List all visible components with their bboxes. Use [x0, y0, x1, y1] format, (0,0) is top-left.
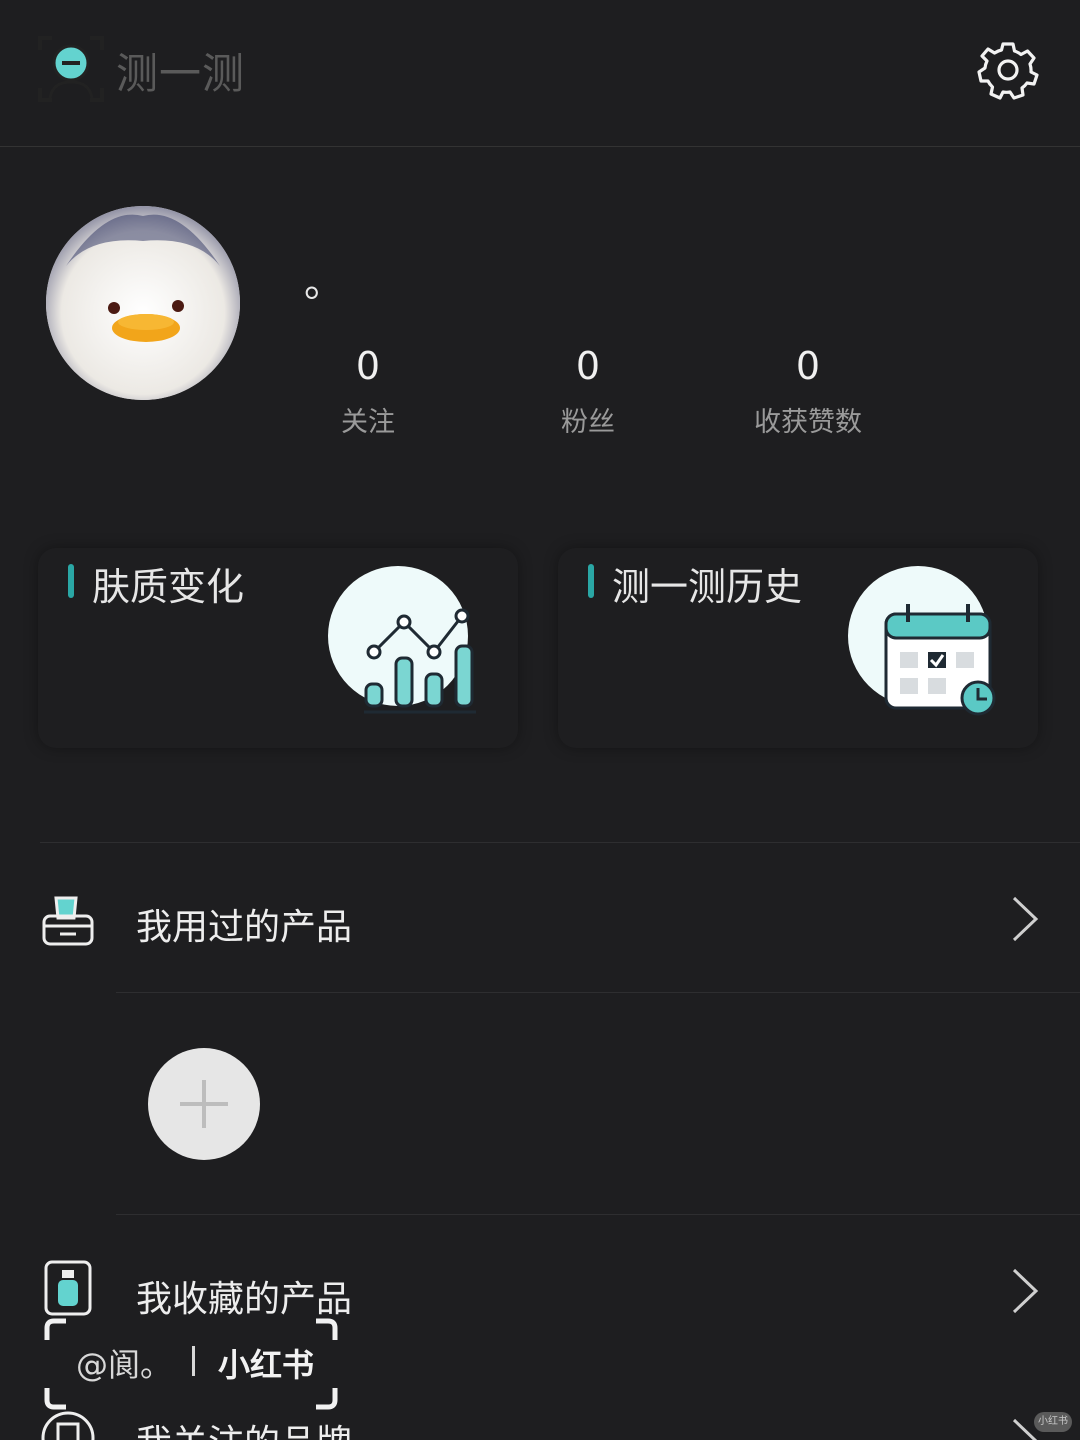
card-skin-change[interactable]: 肤质变化: [38, 548, 518, 748]
bar-line-chart-icon: [328, 566, 476, 714]
app-title: 测一测: [116, 49, 246, 98]
stat-label: 粉丝: [561, 407, 615, 438]
watermark-separator: [192, 1346, 195, 1376]
stat-following[interactable]: 0 关注: [258, 342, 478, 439]
watermark-brand: 小红书: [218, 1346, 315, 1384]
stat-fans[interactable]: 0 粉丝: [478, 342, 698, 439]
brand-icon: [41, 1411, 95, 1440]
chevron-right-icon: [1012, 896, 1039, 942]
divider: [40, 842, 1080, 843]
row-label: 我收藏的产品: [136, 1279, 353, 1320]
card-test-history[interactable]: 测一测历史: [558, 548, 1038, 748]
stat-value: 0: [575, 344, 601, 388]
card-title: 肤质变化: [92, 565, 245, 609]
face-scan-icon[interactable]: [38, 36, 104, 102]
divider: [116, 992, 1080, 993]
card-title: 测一测历史: [612, 565, 803, 609]
stat-value: 0: [355, 344, 381, 388]
row-label: 我用过的产品: [136, 907, 353, 948]
watermark-handle: @阆。: [76, 1346, 173, 1384]
row-label: 我关注的品牌: [136, 1414, 352, 1440]
gear-icon[interactable]: [976, 38, 1040, 102]
stat-label: 关注: [341, 407, 395, 438]
row-used-products[interactable]: 我用过的产品: [40, 880, 1040, 960]
product-box-icon: [42, 896, 94, 946]
row-followed-brands[interactable]: 我关注的品牌: [40, 1408, 1040, 1440]
chevron-right-icon: [1012, 1268, 1039, 1314]
add-product-button[interactable]: [148, 1048, 260, 1160]
stat-value: 0: [795, 344, 821, 388]
nickname: 。: [304, 260, 344, 306]
stat-likes[interactable]: 0 收获赞数: [698, 342, 918, 439]
bottle-icon: [44, 1260, 92, 1316]
accent-bar: [588, 564, 594, 598]
avatar[interactable]: [46, 206, 240, 400]
divider: [116, 1214, 1080, 1215]
corner-badge: 小红书: [1034, 1412, 1072, 1432]
stat-label: 收获赞数: [754, 407, 862, 438]
accent-bar: [68, 564, 74, 598]
calendar-clock-icon: [848, 566, 996, 716]
plus-icon: [180, 1080, 228, 1128]
